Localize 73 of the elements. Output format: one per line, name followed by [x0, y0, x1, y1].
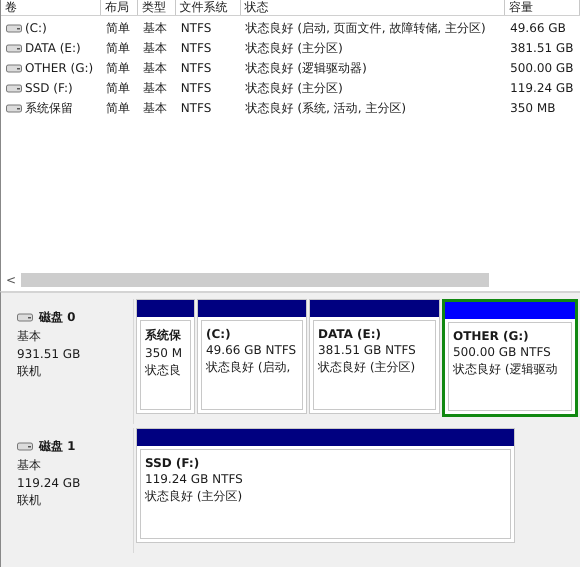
drive-icon — [17, 313, 33, 322]
table-cell-text: 简单 — [104, 80, 131, 96]
partition-block[interactable]: OTHER (G:) 500.00 GB NTFS 状态良好 (逻辑驱动 — [442, 299, 578, 417]
table-cell-text: 49.66 GB — [509, 21, 567, 35]
table-cell-text: 119.24 GB — [509, 81, 574, 95]
table-cell: 系统保留 — [25, 100, 73, 116]
table-cell-text: 状态良好 (主分区) — [244, 40, 344, 56]
drive-icon — [6, 84, 22, 92]
drive-icon — [6, 44, 22, 52]
partition-name: SSD (F:) — [145, 456, 200, 470]
table-cell-text: NTFS — [180, 81, 212, 95]
partition-status: 状态良好 (逻辑驱动 — [453, 361, 558, 378]
table-cell-text: 状态良好 (逻辑驱动器) — [244, 60, 368, 76]
column-header[interactable]: 状态 — [240, 0, 506, 15]
partition-block[interactable]: DATA (E:) 381.51 GB NTFS 状态良好 (主分区) — [309, 299, 440, 414]
partition-name: OTHER (G:) — [453, 329, 530, 343]
drive-icon — [6, 64, 22, 72]
table-cell-text: 350 MB — [509, 101, 556, 115]
partition-name: (C:) — [206, 327, 232, 341]
drive-icon — [17, 442, 33, 451]
drive-icon — [6, 104, 22, 112]
table-cell: OTHER (G:) — [25, 61, 94, 75]
table-cell: SSD (F:) — [25, 81, 73, 95]
disk-name: 磁盘 1 — [39, 438, 76, 455]
partition-size: 350 M — [145, 346, 184, 360]
partition-size: 500.00 GB NTFS — [453, 345, 552, 359]
partition-size: 119.24 GB NTFS — [145, 472, 244, 486]
table-cell-text: 基本 — [142, 80, 168, 96]
table-cell-text: 简单 — [104, 40, 131, 56]
table-cell: DATA (E:) — [25, 41, 81, 55]
table-cell-text: 基本 — [142, 20, 168, 36]
table-cell-text: 简单 — [104, 100, 131, 116]
column-header[interactable]: 文件系统 — [176, 0, 241, 15]
table-cell-text: NTFS — [180, 61, 212, 75]
table-cell-text: 基本 — [142, 40, 168, 56]
disk-status: 联机 — [17, 363, 42, 380]
table-cell-text: 基本 — [142, 60, 168, 76]
column-header[interactable]: 容量 — [505, 0, 580, 15]
table-cell-text: NTFS — [180, 21, 212, 35]
table-cell-text: 简单 — [104, 20, 131, 36]
column-header[interactable]: 类型 — [138, 0, 176, 15]
disk-size: 931.51 GB — [17, 347, 82, 361]
scrollbar-thumb[interactable] — [21, 273, 489, 287]
partition-block[interactable]: 系统保 350 M 状态良 — [136, 299, 195, 414]
table-cell-text: 状态良好 (启动, 页面文件, 故障转储, 主分区) — [244, 20, 487, 36]
drive-icon — [6, 24, 22, 32]
partition-block[interactable]: SSD (F:) 119.24 GB NTFS 状态良好 (主分区) — [136, 428, 515, 543]
partition-block[interactable]: (C:) 49.66 GB NTFS 状态良好 (启动, — [197, 299, 307, 414]
table-cell-text: 状态良好 (主分区) — [244, 80, 344, 96]
disk-size: 119.24 GB — [17, 476, 82, 490]
column-header[interactable]: 布局 — [100, 0, 138, 15]
scroll-left-button[interactable]: < — [1, 273, 21, 287]
disk-name: 磁盘 0 — [39, 309, 76, 326]
partition-status: 状态良好 (启动, — [206, 359, 292, 376]
partition-status: 状态良 — [145, 362, 182, 379]
disk-status: 联机 — [17, 492, 42, 509]
partition-name: DATA (E:) — [318, 327, 382, 341]
table-cell-text: 基本 — [142, 100, 168, 116]
table-cell-text: 381.51 GB — [509, 41, 574, 55]
table-cell-text: 500.00 GB — [509, 61, 574, 75]
table-cell-text: 简单 — [104, 60, 131, 76]
partition-size: 49.66 GB NTFS — [206, 343, 298, 357]
disk-type: 基本 — [17, 328, 42, 345]
table-cell-text: NTFS — [180, 41, 212, 55]
table-cell-text: 状态良好 (系统, 活动, 主分区) — [244, 100, 408, 116]
partition-name: 系统保 — [145, 327, 182, 344]
partition-size: 381.51 GB NTFS — [318, 343, 417, 357]
column-header[interactable]: 卷 — [1, 0, 101, 15]
table-cell-text: NTFS — [180, 101, 212, 115]
disk-type: 基本 — [17, 457, 42, 474]
partition-status: 状态良好 (主分区) — [318, 359, 416, 376]
partition-status: 状态良好 (主分区) — [145, 488, 244, 505]
table-cell: (C:) — [25, 21, 47, 35]
